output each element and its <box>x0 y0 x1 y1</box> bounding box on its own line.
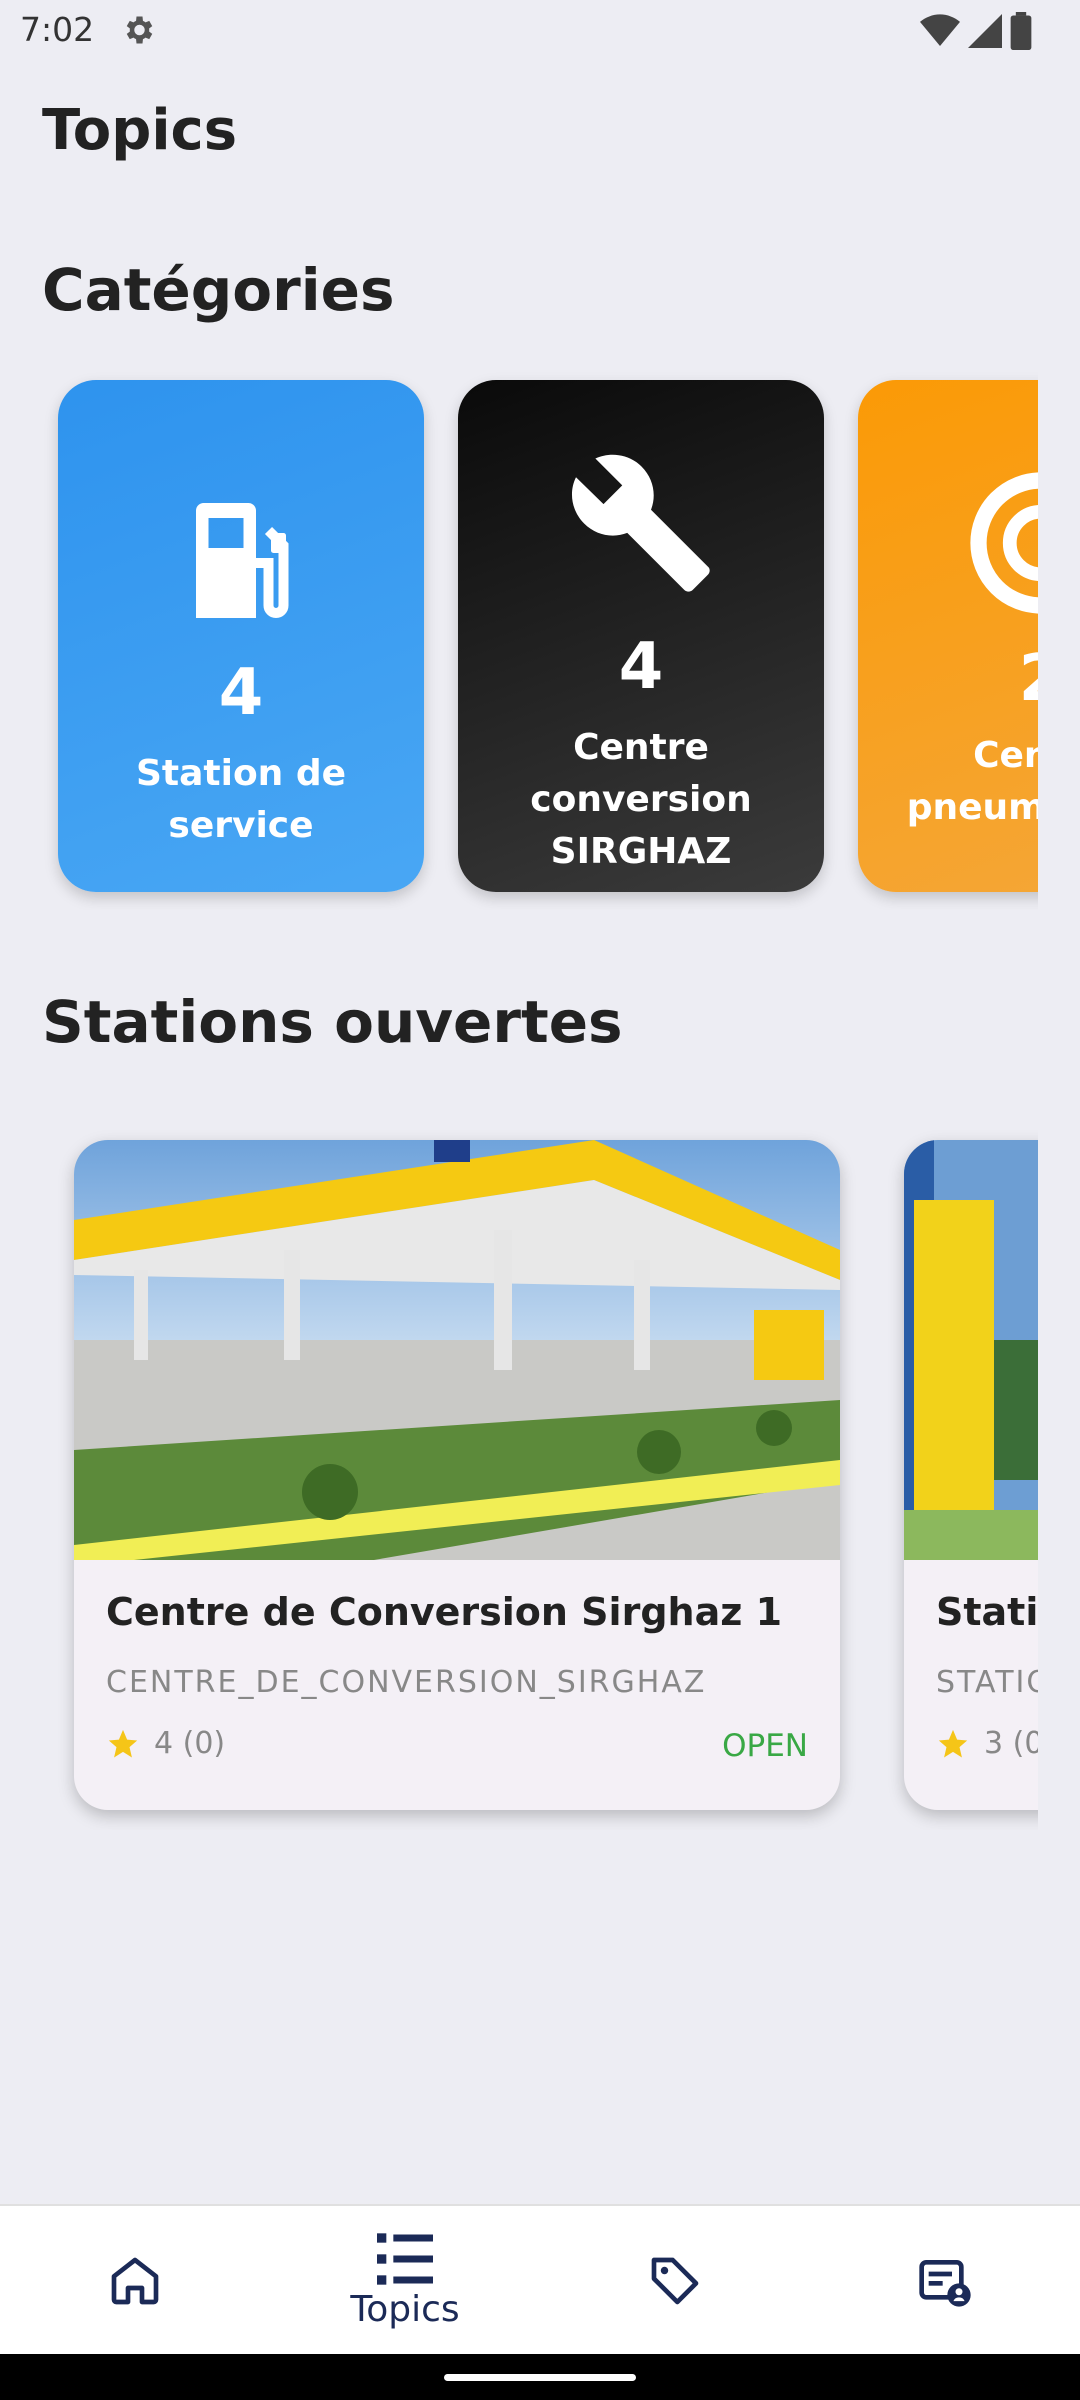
category-label: Station de service <box>135 753 347 846</box>
station-name: Centre de Conversion Sirghaz 1 <box>106 1590 783 1634</box>
category-count: 4 <box>618 630 664 704</box>
cell-signal-icon <box>968 14 1002 48</box>
battery-icon <box>1010 12 1032 50</box>
list-icon <box>377 2232 433 2285</box>
gesture-handle[interactable] <box>444 2374 636 2381</box>
station-rating: 4 (0) <box>106 1726 225 1761</box>
fuel-pump-icon <box>196 503 289 618</box>
stations-carousel[interactable]: Centre de Conversion Sirghaz 1 CENTRE_DE… <box>0 1130 1038 1830</box>
station-type: STATION <box>936 1665 1038 1700</box>
rating-value: 4 (0) <box>154 1726 226 1761</box>
category-label: Centre pneumatique <box>906 735 1038 828</box>
nav-account[interactable] <box>810 2206 1080 2356</box>
station-photo <box>74 1140 840 1560</box>
home-icon <box>111 2257 159 2305</box>
category-count: 2 <box>858 642 1038 716</box>
system-gesture-bar <box>0 2354 1080 2400</box>
wifi-icon <box>920 14 960 47</box>
nav-topics[interactable]: Topics <box>270 2206 540 2356</box>
nav-home[interactable] <box>0 2206 270 2356</box>
settings-gear-icon <box>126 16 153 44</box>
category-card-centre-conversion[interactable]: 4 Centre conversion SIRGHAZ <box>458 380 824 892</box>
categories-title: Catégories <box>42 256 395 324</box>
status-bar: 7:02 <box>0 0 1080 62</box>
station-status: OPEN <box>722 1728 808 1764</box>
category-card-station-de-service[interactable]: 4 Station de service <box>58 380 424 892</box>
category-card-centre-pneumatique[interactable]: 2 Centre pneumatique <box>858 380 1038 892</box>
station-photo <box>904 1140 1038 1560</box>
star-icon <box>108 1729 138 1757</box>
page-title: Topics <box>42 98 238 163</box>
star-icon <box>938 1729 968 1757</box>
rating-value: 3 (0) <box>984 1726 1038 1761</box>
tag-icon <box>651 2257 699 2305</box>
bottom-navigation: Topics <box>0 2204 1080 2356</box>
profile-card-icon <box>919 2260 971 2307</box>
station-card[interactable]: Station STATION 3 (0) <box>904 1140 1038 1810</box>
wrench-icon <box>571 454 710 592</box>
status-time: 7:02 <box>20 10 95 49</box>
category-label: Centre conversion SIRGHAZ <box>530 727 752 872</box>
tire-icon <box>970 472 1038 614</box>
open-stations-title: Stations ouvertes <box>42 988 623 1056</box>
station-type: CENTRE_DE_CONVERSION_SIRGHAZ <box>106 1665 707 1700</box>
station-name: Station <box>936 1590 1038 1634</box>
nav-topics-label: Topics <box>350 2288 460 2330</box>
nav-tags[interactable] <box>540 2206 810 2356</box>
station-card[interactable]: Centre de Conversion Sirghaz 1 CENTRE_DE… <box>74 1140 840 1810</box>
station-rating: 3 (0) <box>936 1726 1038 1761</box>
categories-carousel[interactable]: 4 Station de service 4 Centre conversion… <box>0 370 1038 910</box>
category-count: 4 <box>218 656 264 730</box>
